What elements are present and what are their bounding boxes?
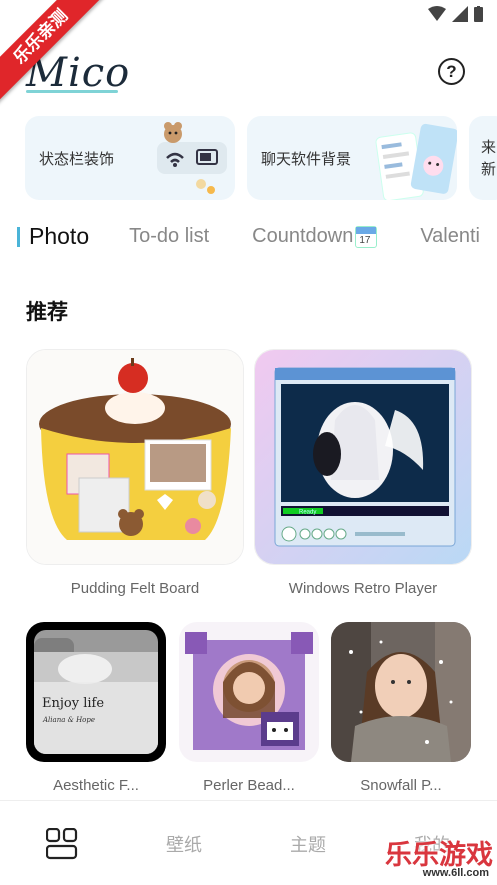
- shortcut-label: 状态栏装饰: [39, 150, 115, 168]
- tab-countdown[interactable]: Countdown 17: [252, 225, 378, 248]
- shortcut-label: 聊天软件背景: [261, 150, 352, 168]
- signal-icon: [452, 6, 468, 22]
- card-snowfall[interactable]: Snowfall P...: [331, 622, 471, 794]
- aesthetic-thumbnail: Enjoy life Aliana & Hope: [26, 622, 166, 762]
- featured-card-pudding[interactable]: Pudding Felt Board: [26, 349, 244, 597]
- watermark-ribbon-text: 乐乐亲测: [0, 0, 110, 108]
- card-caption: Perler Bead...: [203, 777, 295, 794]
- category-tabs: Photo To-do list Countdown 17 Valenti: [17, 223, 497, 250]
- calendar-icon: 17: [355, 225, 378, 248]
- card-caption: Snowfall P...: [360, 777, 442, 794]
- tab-countdown-label: Countdown: [252, 225, 354, 247]
- retro-player-illustration: Ready: [255, 350, 471, 564]
- statusbar-decor-illustration: [157, 122, 227, 194]
- perler-bead-illustration: [185, 632, 313, 750]
- status-bar: [428, 6, 483, 22]
- retro-player-thumbnail: Ready: [254, 349, 472, 565]
- snowfall-thumbnail: [331, 622, 471, 762]
- snowfall-illustration: [331, 622, 471, 762]
- player-status: Ready: [299, 510, 316, 516]
- nav-wallpaper[interactable]: 壁纸: [166, 831, 202, 857]
- aesthetic-overlay-title: Enjoy life: [42, 696, 105, 711]
- tab-valentine[interactable]: Valenti: [420, 225, 480, 248]
- home-grid-icon[interactable]: [46, 828, 78, 860]
- shortcut-chat-background[interactable]: 聊天软件背景: [247, 116, 457, 200]
- calendar-day: 17: [359, 234, 371, 246]
- active-tab-indicator: [17, 226, 20, 247]
- pudding-thumbnail: [26, 349, 244, 565]
- nav-theme[interactable]: 主题: [290, 831, 326, 857]
- wifi-icon: [428, 6, 446, 21]
- shortcut-label: 来新: [481, 138, 497, 178]
- card-aesthetic[interactable]: Enjoy life Aliana & Hope Aesthetic F...: [26, 622, 166, 794]
- card-caption: Pudding Felt Board: [70, 580, 200, 597]
- tab-todo-list[interactable]: To-do list: [129, 225, 209, 248]
- help-icon[interactable]: ?: [438, 58, 465, 85]
- shortcut-status-bar-decor[interactable]: 状态栏装饰: [25, 116, 235, 200]
- corner-watermark: 乐乐游戏 www.6ll.com: [379, 829, 497, 885]
- card-caption: Aesthetic F...: [53, 777, 139, 794]
- featured-card-retro-player[interactable]: Ready Windows Retro Player: [254, 349, 472, 597]
- shortcut-cards: 状态栏装饰 聊天软件背景 来新: [25, 116, 497, 200]
- shortcut-partial[interactable]: 来新: [469, 116, 497, 200]
- pudding-illustration: [27, 350, 243, 564]
- aesthetic-overlay-sub: Aliana & Hope: [43, 716, 96, 724]
- watermark-ribbon: 乐乐亲测: [0, 0, 110, 110]
- tab-photo[interactable]: Photo: [29, 223, 89, 250]
- corner-watermark-url: www.6ll.com: [422, 867, 489, 879]
- card-caption: Windows Retro Player: [288, 580, 438, 597]
- chat-background-illustration: [375, 123, 457, 200]
- card-perler-bead[interactable]: Perler Bead...: [179, 622, 319, 794]
- section-title: 推荐: [26, 300, 68, 324]
- perler-bead-thumbnail: [179, 622, 319, 762]
- battery-icon: [474, 6, 483, 22]
